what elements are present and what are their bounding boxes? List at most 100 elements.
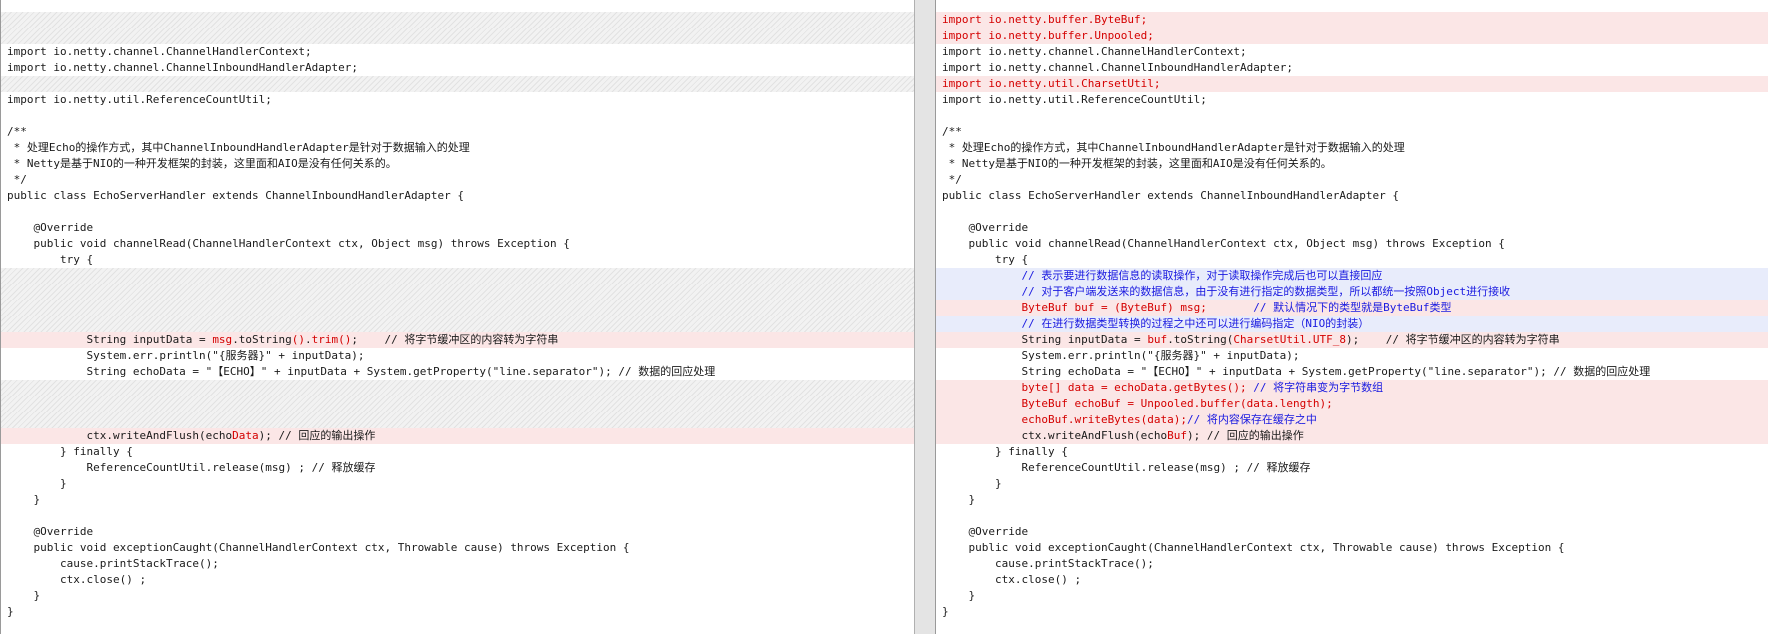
code-line: import io.netty.buffer.ByteBuf; xyxy=(936,12,1768,28)
code-segment: echoBuf.writeBytes(data); xyxy=(942,413,1188,426)
code-segment: } finally { xyxy=(7,445,133,458)
code-line: /** xyxy=(936,124,1768,140)
code-line: public void channelRead(ChannelHandlerCo… xyxy=(936,236,1768,252)
code-segment: @Override xyxy=(942,221,1029,234)
code-line: @Override xyxy=(936,220,1768,236)
code-line: cause.printStackTrace(); xyxy=(1,556,914,572)
code-line: } finally { xyxy=(1,444,914,460)
diff-gap-line xyxy=(1,12,914,28)
diff-viewer: import io.netty.channel.ChannelHandlerCo… xyxy=(0,0,1768,634)
code-line: import io.netty.util.ReferenceCountUtil; xyxy=(1,92,914,108)
right-code-pane[interactable]: import io.netty.buffer.ByteBuf; import io… xyxy=(935,0,1768,634)
code-line: ctx.close() ; xyxy=(936,572,1768,588)
code-line: ReferenceCountUtil.release(msg) ; // 释放缓… xyxy=(1,460,914,476)
code-line: // 表示要进行数据信息的读取操作，对于读取操作完成后也可以直接回应 xyxy=(936,268,1768,284)
code-line: * Netty是基于NIO的一种开发框架的封装，这里面和AIO是没有任何关系的。 xyxy=(936,156,1768,172)
diff-gap-line xyxy=(1,396,914,412)
code-line: * Netty是基于NIO的一种开发框架的封装，这里面和AIO是没有任何关系的。 xyxy=(1,156,914,172)
code-segment: // 将字符串变为字节数组 xyxy=(1253,381,1384,394)
code-segment: msg xyxy=(212,333,233,346)
code-segment: * Netty是基于NIO的一种开发框架的封装，这里面和AIO是没有任何关系的。 xyxy=(942,157,1332,170)
code-line: // 对于客户端发送来的数据信息，由于没有进行指定的数据类型，所以都统一按照Ob… xyxy=(936,284,1768,300)
code-line: } xyxy=(1,588,914,604)
code-line: public void exceptionCaught(ChannelHandl… xyxy=(936,540,1768,556)
code-line: */ xyxy=(936,172,1768,188)
code-line: public class EchoServerHandler extends C… xyxy=(1,188,914,204)
code-line: import io.netty.util.CharsetUtil; xyxy=(936,76,1768,92)
code-segment: ); // 回应的输出操作 xyxy=(258,429,376,442)
code-segment: String inputData = xyxy=(942,333,1148,346)
code-line: @Override xyxy=(1,220,914,236)
diff-gap-line xyxy=(1,316,914,332)
code-line: * 处理Echo的操作方式，其中ChannelInboundHandlerAda… xyxy=(1,140,914,156)
code-segment: ByteBuf buf = (ByteBuf) msg; xyxy=(942,301,1254,314)
code-line: // 在进行数据类型转换的过程之中还可以进行编码指定（NIO的封装） xyxy=(936,316,1768,332)
code-line: ReferenceCountUtil.release(msg) ; // 释放缓… xyxy=(936,460,1768,476)
code-segment: import io.netty.channel.ChannelHandlerCo… xyxy=(942,45,1247,58)
code-line: System.err.println("{服务器}" + inputData); xyxy=(1,348,914,364)
code-line: } finally { xyxy=(936,444,1768,460)
code-segment: } xyxy=(942,605,949,618)
code-segment: ); // 将字节缓冲区的内容转为字符串 xyxy=(1346,333,1560,346)
diff-gap-line xyxy=(1,380,914,396)
code-segment: } finally { xyxy=(942,445,1068,458)
code-segment: } xyxy=(7,589,41,602)
code-segment: System.err.println("{服务器}" + inputData); xyxy=(7,349,365,362)
code-segment: // 表示要进行数据信息的读取操作，对于读取操作完成后也可以直接回应 xyxy=(942,269,1383,282)
left-code-pane[interactable]: import io.netty.channel.ChannelHandlerCo… xyxy=(0,0,914,634)
code-line: byte[] data = echoData.getBytes(); // 将字… xyxy=(936,380,1768,396)
code-segment: ; // 将字节缓冲区的内容转为字符串 xyxy=(351,333,559,346)
code-line: import io.netty.channel.ChannelInboundHa… xyxy=(1,60,914,76)
diff-gap-line xyxy=(1,284,914,300)
code-segment: Data xyxy=(232,429,259,442)
code-segment: @Override xyxy=(7,221,94,234)
code-line: } xyxy=(936,588,1768,604)
code-line: } xyxy=(936,492,1768,508)
code-segment: // 默认情况下的类型就是ByteBuf类型 xyxy=(1253,301,1452,314)
code-line: import io.netty.channel.ChannelHandlerCo… xyxy=(1,44,914,60)
code-segment: // 在进行数据类型转换的过程之中还可以进行编码指定（NIO的封装） xyxy=(942,317,1370,330)
code-segment: ); // 回应的输出操作 xyxy=(1187,429,1304,442)
code-line: import io.netty.buffer.Unpooled; xyxy=(936,28,1768,44)
code-segment: ReferenceCountUtil.release(msg) ; // 释放缓… xyxy=(942,461,1311,474)
code-segment: } xyxy=(7,605,14,618)
code-segment: */ xyxy=(942,173,962,186)
code-segment: import io.netty.channel.ChannelInboundHa… xyxy=(942,61,1293,74)
code-line: public void channelRead(ChannelHandlerCo… xyxy=(1,236,914,252)
diff-gap-line xyxy=(1,76,914,92)
code-segment: import io.netty.util.ReferenceCountUtil; xyxy=(7,93,272,106)
code-segment: import io.netty.util.ReferenceCountUtil; xyxy=(942,93,1207,106)
code-line: } xyxy=(1,604,914,620)
diff-gap-line xyxy=(1,28,914,44)
code-segment: import io.netty.buffer.Unpooled; xyxy=(942,29,1154,42)
code-segment: /** xyxy=(942,125,962,138)
code-segment: .toString( xyxy=(1167,333,1234,346)
right-code-lines: import io.netty.buffer.ByteBuf; import io… xyxy=(936,12,1768,620)
code-segment: * 处理Echo的操作方式，其中ChannelInboundHandlerAda… xyxy=(7,141,470,154)
code-segment: public void channelRead(ChannelHandlerCo… xyxy=(942,237,1505,250)
code-segment: ReferenceCountUtil.release(msg) ; // 释放缓… xyxy=(7,461,376,474)
code-segment: public class EchoServerHandler extends C… xyxy=(7,189,464,202)
code-line: ctx.writeAndFlush(echoData); // 回应的输出操作 xyxy=(1,428,914,444)
code-segment: // 将内容保存在缓存之中 xyxy=(1187,413,1317,426)
code-segment: } xyxy=(942,477,1002,490)
code-line: try { xyxy=(936,252,1768,268)
code-line: String inputData = buf.toString(CharsetU… xyxy=(936,332,1768,348)
code-line: public void exceptionCaught(ChannelHandl… xyxy=(1,540,914,556)
code-line: /** xyxy=(1,124,914,140)
code-segment: public void exceptionCaught(ChannelHandl… xyxy=(7,541,630,554)
code-segment: @Override xyxy=(942,525,1029,538)
code-segment: ByteBuf echoBuf = Unpooled.buffer(data.l… xyxy=(942,397,1333,410)
code-line: ctx.writeAndFlush(echoBuf); // 回应的输出操作 xyxy=(936,428,1768,444)
diff-gap-line xyxy=(1,300,914,316)
pane-splitter[interactable] xyxy=(914,0,936,634)
code-segment: CharsetUtil.UTF_8 xyxy=(1233,333,1347,346)
code-line: cause.printStackTrace(); xyxy=(936,556,1768,572)
code-line: */ xyxy=(1,172,914,188)
code-line: @Override xyxy=(1,524,914,540)
code-line: try { xyxy=(1,252,914,268)
code-line: echoBuf.writeBytes(data);// 将内容保存在缓存之中 xyxy=(936,412,1768,428)
diff-gap-line xyxy=(1,412,914,428)
